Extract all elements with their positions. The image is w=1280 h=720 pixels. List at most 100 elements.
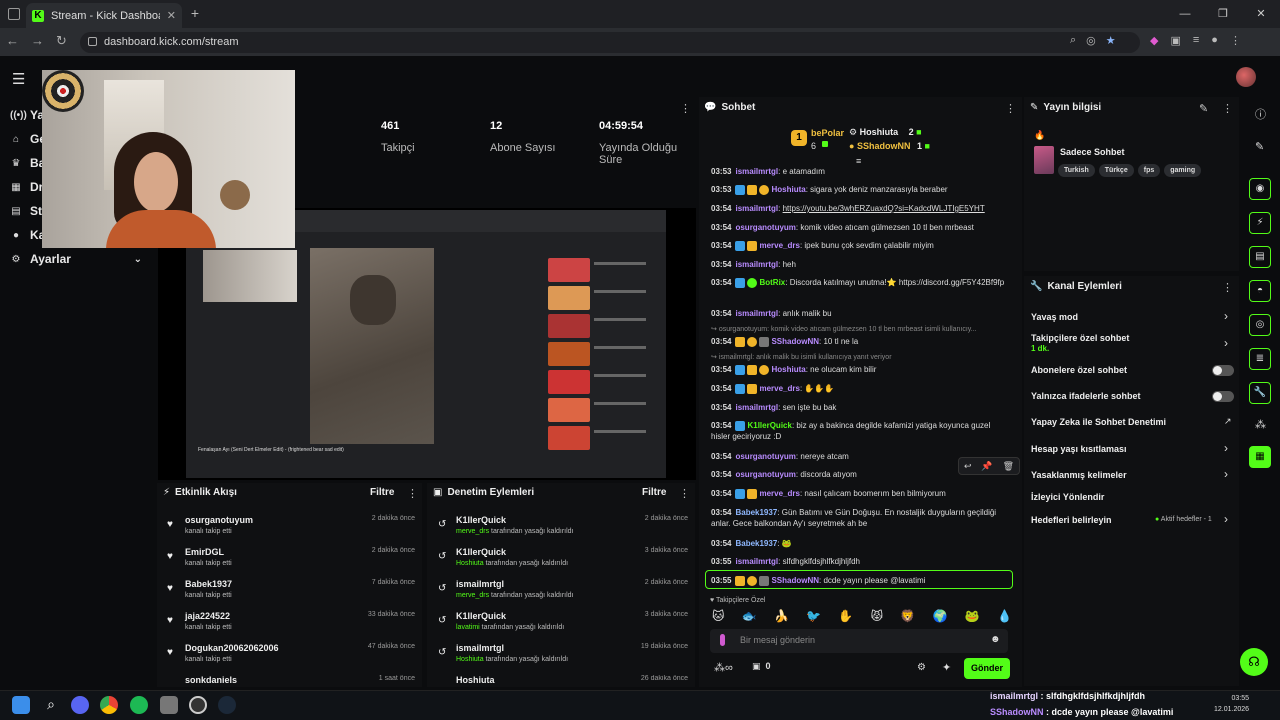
stack-icon[interactable]: ≣ — [1249, 348, 1271, 370]
obs-icon[interactable] — [189, 696, 207, 714]
zoom-icon[interactable]: ⌕ — [1070, 34, 1076, 47]
user-avatar[interactable] — [1236, 67, 1256, 87]
pin-icon[interactable]: 📌 — [981, 461, 992, 472]
activity-filter-button[interactable]: Filtre — [370, 487, 394, 498]
reload-icon[interactable]: ↻ — [56, 33, 67, 49]
system-clock[interactable]: 03:55 12.01.2026 — [1214, 693, 1249, 715]
hand-emote-icon[interactable]: ✋ — [838, 609, 853, 623]
new-tab-icon[interactable]: + — [188, 6, 202, 20]
edit-rail-icon[interactable]: ✎ — [1255, 140, 1264, 153]
minimize-icon[interactable]: — — [1166, 0, 1204, 28]
info-menu-icon[interactable]: ⋮ — [1222, 102, 1233, 115]
msg-user[interactable]: merve_drs — [759, 241, 799, 250]
discord-icon[interactable] — [71, 696, 89, 714]
back-icon[interactable]: ← — [6, 33, 19, 49]
tab-close-icon[interactable]: ✕ — [167, 9, 176, 22]
windows-start-icon[interactable] — [12, 696, 30, 714]
menu-icon[interactable]: ☰ — [12, 70, 25, 88]
msg-user[interactable]: ismailmrtgl — [735, 260, 778, 269]
tag[interactable]: fps — [1137, 164, 1161, 177]
reading-list-icon[interactable]: ≡ — [1193, 34, 1199, 47]
sidebar-item-5[interactable]: ● Ka — [10, 228, 45, 242]
external-link-icon[interactable]: ↗ — [1224, 416, 1232, 427]
bookmark-star-icon[interactable]: ★ — [1106, 34, 1116, 47]
emotes-only-toggle[interactable] — [1212, 391, 1234, 402]
msg-user[interactable]: osurganotuyum — [735, 223, 795, 232]
stats-menu-icon[interactable]: ⋮ — [680, 102, 691, 115]
moderation-filter-button[interactable]: Filtre — [642, 487, 666, 498]
document-icon[interactable]: ▤ — [1249, 246, 1271, 268]
msg-user[interactable]: ismailmrtgl — [735, 403, 778, 412]
sidebar-item-settings[interactable]: ⚙ Ayarlar ⌄ — [10, 252, 142, 266]
chevron-right-icon[interactable]: › — [1224, 309, 1228, 323]
action-account-age[interactable]: Hesap yaşı kısıtlaması — [1031, 444, 1127, 454]
msg-user[interactable]: Babek1937 — [735, 508, 777, 517]
fish-emote-icon[interactable]: 🐟 — [742, 609, 757, 623]
msg-user[interactable]: K1llerQuick — [747, 421, 791, 430]
msg-user[interactable]: ismailmrtgl — [735, 167, 778, 176]
tag[interactable]: Türkçe — [1098, 164, 1134, 177]
msg-user[interactable]: BotRix — [759, 278, 785, 287]
msg-user[interactable]: ismailmrtgl — [735, 309, 778, 318]
forward-icon[interactable]: → — [31, 33, 44, 49]
grid-rail-icon[interactable]: ▦ — [1249, 446, 1271, 468]
wrench-rail-icon[interactable]: 🔧 — [1249, 382, 1271, 404]
bird-emote-icon[interactable]: 🐦 — [806, 609, 821, 623]
sidebar-item-3[interactable]: ▦ Dr — [10, 180, 43, 194]
app-icon[interactable] — [160, 696, 178, 714]
subscribers-only-toggle[interactable] — [1212, 365, 1234, 376]
msg-user[interactable]: SShadowNN — [771, 576, 819, 585]
sidebar-item-4[interactable]: ▤ St — [10, 204, 42, 218]
reply-icon[interactable]: ↩ — [964, 461, 972, 472]
activity-menu-icon[interactable]: ⋮ — [407, 487, 418, 500]
chat-settings-icon[interactable]: ⚙ — [917, 662, 926, 673]
chevron-right-icon[interactable]: › — [1224, 467, 1228, 481]
msg-user[interactable]: merve_drs — [759, 384, 799, 393]
msg-user[interactable]: osurganotuyum — [735, 452, 795, 461]
address-bar[interactable]: dashboard.kick.com/stream — [80, 32, 1140, 53]
collapse-icon[interactable]: ≡ — [856, 156, 861, 166]
chevron-right-icon[interactable]: › — [1224, 441, 1228, 455]
category-thumbnail[interactable] — [1034, 146, 1054, 174]
action-followers-only[interactable]: Takipçilere özel sohbet — [1031, 333, 1129, 343]
msg-user[interactable]: Hoshiuta — [771, 365, 805, 374]
chat-menu-icon[interactable]: ⋮ — [1005, 102, 1016, 115]
points-display[interactable]: ▣ 0 — [752, 661, 771, 672]
msg-user[interactable]: Hoshiuta — [771, 185, 805, 194]
sidebar-item-0[interactable]: ((•)) Ya — [10, 108, 44, 122]
drop-emote-icon[interactable]: 💧 — [997, 609, 1012, 623]
face-emote-icon[interactable]: 😾 — [871, 609, 884, 623]
msg-user[interactable]: ismailmrtgl — [735, 557, 778, 566]
info-icon[interactable]: ⓘ — [1255, 106, 1266, 122]
help-button[interactable]: ☊ — [1240, 648, 1268, 676]
moderation-menu-icon[interactable]: ⋮ — [679, 487, 690, 500]
edit-icon[interactable]: ✎ — [1199, 102, 1208, 115]
frog-emote-icon[interactable]: 🐸 — [965, 609, 980, 623]
chat-input[interactable]: Bir mesaj gönderin ☻ — [710, 629, 1008, 653]
lion-emote-icon[interactable]: 🦁 — [900, 609, 915, 623]
chevron-right-icon[interactable]: › — [1224, 336, 1228, 350]
steam-icon[interactable] — [218, 696, 236, 714]
chat-rail-icon[interactable]: ◓ — [1249, 280, 1271, 302]
camera-icon[interactable]: ◉ — [1249, 178, 1271, 200]
tag[interactable]: Turkish — [1058, 164, 1095, 177]
msg-user[interactable]: ismailmrtgl — [735, 204, 778, 213]
delete-icon[interactable]: 🗑 — [1003, 461, 1014, 472]
bolt-rail-icon[interactable]: ⚡ — [1249, 212, 1271, 234]
maximize-icon[interactable]: ❐ — [1204, 0, 1242, 28]
browser-menu-icon[interactable]: ⋮ — [1230, 34, 1241, 47]
sidebar-item-1[interactable]: ⌂ Ge — [10, 132, 46, 146]
send-button[interactable]: Gönder — [964, 658, 1010, 679]
action-slow-mode[interactable]: Yavaş mod — [1031, 312, 1078, 322]
eye-off-icon[interactable]: ◎ — [1086, 34, 1096, 47]
globe-emote-icon[interactable]: 🌍 — [933, 609, 948, 623]
users-icon[interactable]: ⁂ — [1255, 418, 1266, 431]
msg-user[interactable]: osurganotuyum — [735, 470, 795, 479]
action-banned-words[interactable]: Yasaklanmış kelimeler — [1031, 470, 1127, 480]
infinity-icon[interactable]: ⁂∞ — [714, 662, 733, 674]
search-icon[interactable]: ⌕ — [42, 696, 60, 714]
close-window-icon[interactable]: ✕ — [1242, 0, 1280, 28]
tag[interactable]: gaming — [1164, 164, 1202, 177]
profile-icon[interactable]: ● — [1211, 34, 1218, 47]
sidebar-item-2[interactable]: ♛ Ba — [10, 156, 46, 170]
